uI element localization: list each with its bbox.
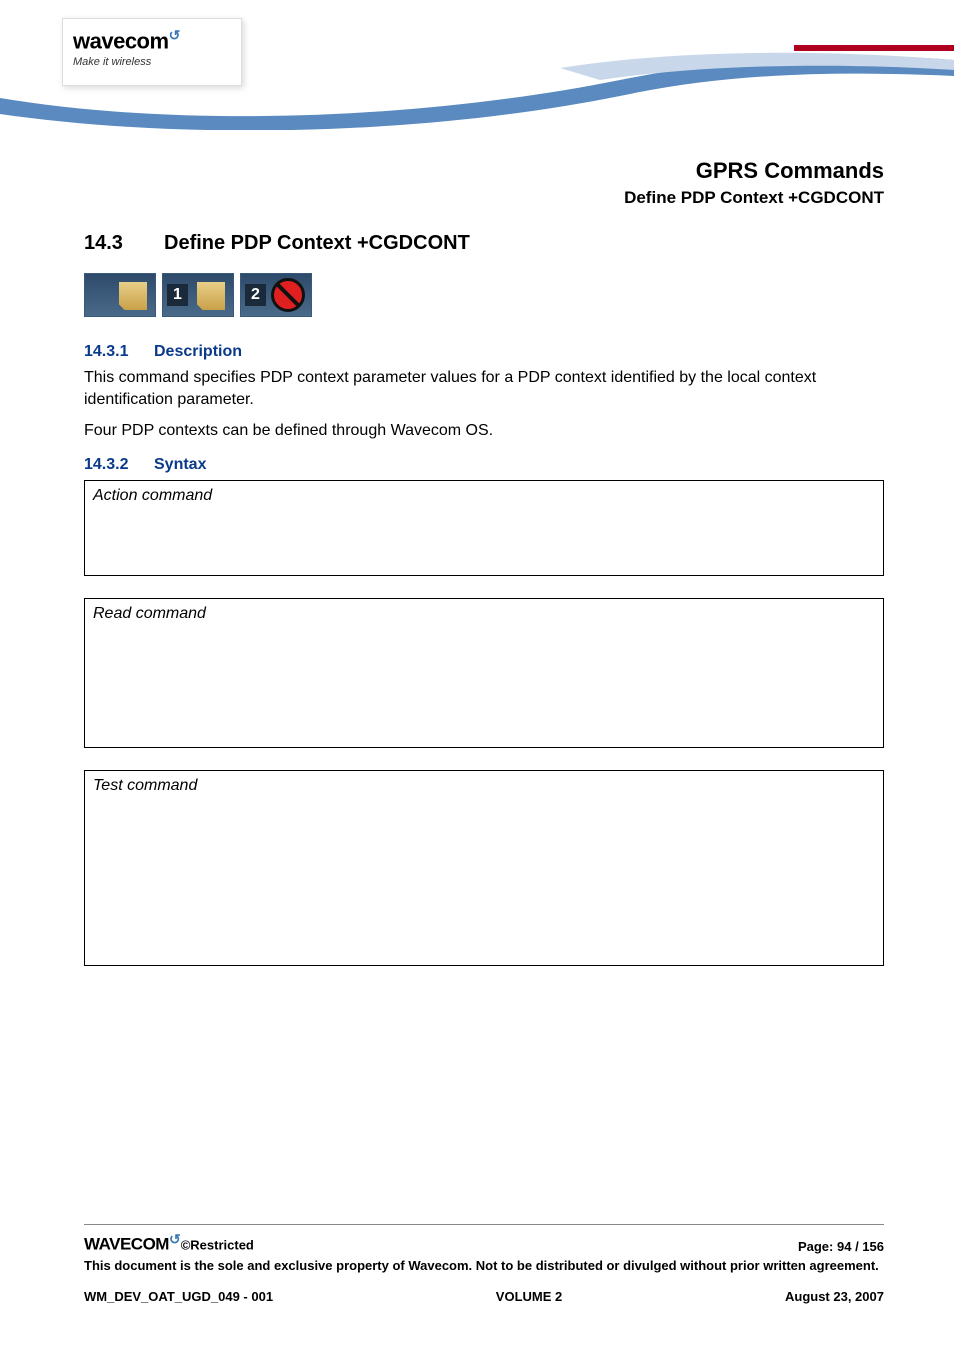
- read-command-box: Read command: [84, 598, 884, 748]
- description-paragraph-2: Four PDP contexts can be defined through…: [84, 420, 884, 442]
- brand-tagline: Make it wireless: [73, 56, 231, 68]
- swirl-icon: ↺: [169, 1231, 181, 1247]
- subsection-number: 14.3.2: [84, 456, 154, 474]
- action-command-label: Action command: [93, 487, 875, 505]
- action-command-box: Action command: [84, 480, 884, 576]
- footer-divider: [84, 1224, 884, 1225]
- section-number: 14.3: [84, 232, 164, 255]
- badge-number-1: 1: [167, 284, 188, 306]
- restricted-label: ©Restricted: [181, 1237, 254, 1252]
- swirl-icon: ↺: [169, 27, 180, 43]
- page-header: wavecom↺ Make it wireless: [0, 0, 954, 140]
- test-command-box: Test command: [84, 770, 884, 966]
- subsection-title: Description: [154, 343, 242, 360]
- description-paragraph-1: This command specifies PDP context param…: [84, 367, 884, 410]
- accent-red-bar: [794, 45, 954, 51]
- page-total: 156: [862, 1239, 884, 1254]
- doc-date: August 23, 2007: [785, 1289, 884, 1304]
- footer-disclaimer: This document is the sole and exclusive …: [84, 1258, 884, 1275]
- page-footer: WAVECOM↺©Restricted Page: 94 / 156 This …: [84, 1224, 884, 1304]
- footer-brand: WAVECOM↺©Restricted: [84, 1231, 254, 1254]
- status-badges: 1 2: [84, 273, 884, 317]
- badge-sim: [84, 273, 156, 317]
- section-heading: 14.3Define PDP Context +CGDCONT: [84, 232, 884, 255]
- chapter-subtitle: Define PDP Context +CGDCONT: [0, 188, 884, 208]
- page-sep: /: [851, 1239, 862, 1254]
- page-number: Page: 94 / 156: [798, 1239, 884, 1254]
- no-entry-icon: [271, 278, 305, 312]
- subsection-syntax-heading: 14.3.2Syntax: [84, 456, 884, 474]
- page-current: 94: [837, 1239, 851, 1254]
- read-command-label: Read command: [93, 605, 875, 623]
- page-label: Page:: [798, 1239, 837, 1254]
- doc-volume: VOLUME 2: [496, 1289, 562, 1304]
- brand-text: wavecom: [73, 28, 169, 53]
- subsection-number: 14.3.1: [84, 343, 154, 361]
- test-command-label: Test command: [93, 777, 875, 795]
- section-title: Define PDP Context +CGDCONT: [164, 232, 470, 254]
- brand-name: wavecom↺: [73, 27, 231, 54]
- chapter-heading-block: GPRS Commands Define PDP Context +CGDCON…: [0, 158, 884, 208]
- brand-logo: wavecom↺ Make it wireless: [62, 18, 242, 86]
- subsection-description-heading: 14.3.1Description: [84, 343, 884, 361]
- badge-number-2: 2: [245, 284, 266, 306]
- chapter-title: GPRS Commands: [0, 158, 884, 184]
- badge-sim-1: 1: [162, 273, 234, 317]
- footer-logo-text: WAVECOM: [84, 1234, 169, 1253]
- doc-id: WM_DEV_OAT_UGD_049 - 001: [84, 1289, 273, 1304]
- badge-no-2: 2: [240, 273, 312, 317]
- subsection-title: Syntax: [154, 456, 206, 473]
